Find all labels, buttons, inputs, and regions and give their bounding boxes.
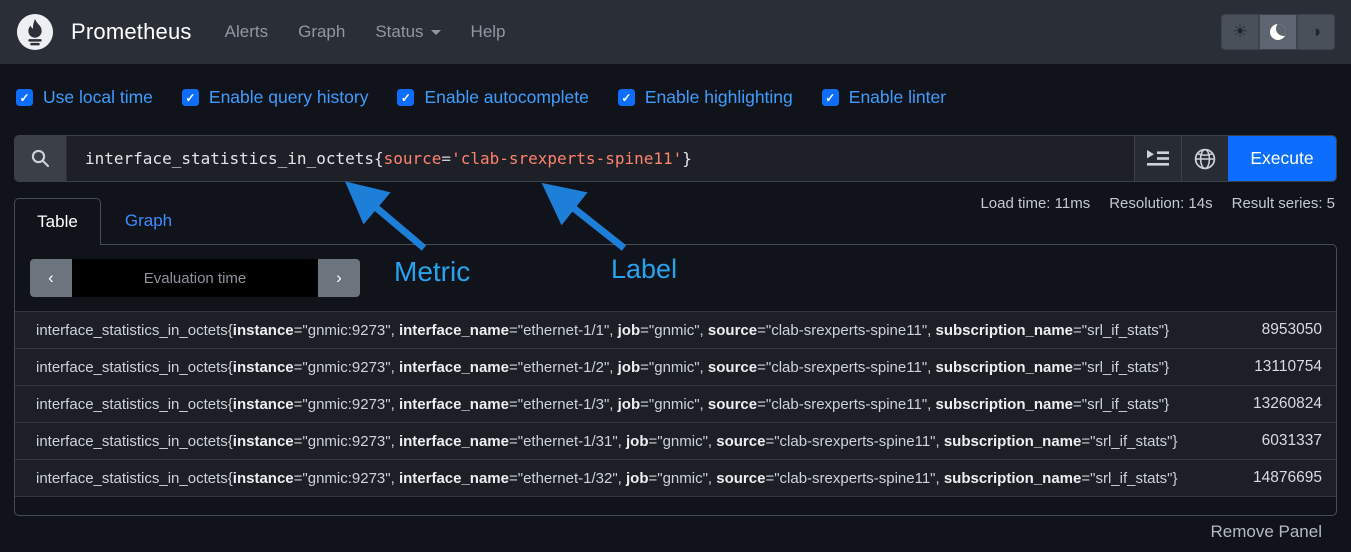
series-labels: interface_statistics_in_octets{instance=…	[36, 470, 1178, 487]
search-box	[15, 136, 67, 181]
query-bar: interface_statistics_in_octets{source='c…	[14, 135, 1337, 182]
table-row: interface_statistics_in_octets{instance=…	[15, 386, 1336, 423]
execute-button[interactable]: Execute	[1228, 136, 1336, 181]
checkbox-checked-icon[interactable]: ✓	[397, 89, 414, 106]
series-value: 6031337	[1244, 432, 1322, 450]
app-title: Prometheus	[71, 19, 192, 45]
nav-item-graph[interactable]: Graph	[298, 22, 345, 42]
nav-item-status[interactable]: Status	[375, 22, 440, 42]
query-token-punct: }	[682, 149, 692, 168]
eval-time-prev-button[interactable]: ‹	[30, 259, 72, 297]
query-token-punct: {	[374, 149, 384, 168]
option-use-local-time[interactable]: ✓ Use local time	[16, 87, 153, 108]
checkbox-checked-icon[interactable]: ✓	[618, 89, 635, 106]
metric-arrow	[360, 194, 424, 248]
option-label: Enable autocomplete	[424, 87, 588, 108]
table-row: interface_statistics_in_octets{instance=…	[15, 349, 1336, 386]
auto-theme-button[interactable]: ◑	[1297, 14, 1335, 50]
option-enable-linter[interactable]: ✓ Enable linter	[822, 87, 946, 108]
circle-half-icon: ◑	[1311, 22, 1321, 42]
option-enable-autocomplete[interactable]: ✓ Enable autocomplete	[397, 87, 588, 108]
checkbox-checked-icon[interactable]: ✓	[822, 89, 839, 106]
metrics-explorer-icon	[1147, 150, 1169, 167]
theme-toggle-group: ☀◑	[1221, 14, 1335, 50]
checkbox-checked-icon[interactable]: ✓	[182, 89, 199, 106]
caret-down-icon	[431, 30, 441, 35]
chevron-right-icon: ›	[336, 268, 342, 288]
option-enable-highlighting[interactable]: ✓ Enable highlighting	[618, 87, 793, 108]
tab-table[interactable]: Table	[14, 198, 101, 245]
options-row: ✓ Use local time ✓ Enable query history ✓ Ena…	[16, 87, 946, 108]
checkbox-checked-icon[interactable]: ✓	[16, 89, 33, 106]
nav-links: Alerts Graph Status Help	[225, 22, 506, 42]
evaluation-time-group: ‹ ›	[30, 259, 360, 297]
local-time-globe-button[interactable]	[1181, 136, 1228, 181]
metrics-explorer-button[interactable]	[1134, 136, 1181, 181]
query-token-string: 'clab-srexperts-spine11'	[451, 149, 682, 168]
table-row: interface_statistics_in_octets{instance=…	[15, 423, 1336, 460]
moon-icon	[1270, 24, 1286, 40]
option-enable-query-history[interactable]: ✓ Enable query history	[182, 87, 369, 108]
light-theme-button[interactable]: ☀	[1221, 14, 1259, 50]
query-expression-input[interactable]: interface_statistics_in_octets{source='c…	[67, 136, 1134, 181]
series-labels: interface_statistics_in_octets{instance=…	[36, 322, 1169, 339]
series-value: 13260824	[1235, 395, 1322, 413]
table-row: interface_statistics_in_octets{instance=…	[15, 460, 1336, 497]
option-label: Use local time	[43, 87, 153, 108]
tab-graph[interactable]: Graph	[101, 198, 196, 244]
series-labels: interface_statistics_in_octets{instance=…	[36, 396, 1169, 413]
option-label: Enable highlighting	[645, 87, 793, 108]
globe-icon	[1194, 148, 1216, 170]
query-token-metric: interface_statistics_in_octets	[85, 149, 374, 168]
chevron-left-icon: ‹	[48, 268, 54, 288]
resolution: Resolution: 14s	[1109, 195, 1212, 212]
query-stats: Load time: 11ms Resolution: 14s Result s…	[980, 195, 1335, 212]
query-token-operator: =	[441, 149, 451, 168]
option-label: Enable query history	[209, 87, 369, 108]
prometheus-logo-icon	[16, 13, 54, 51]
series-value: 13110754	[1236, 358, 1322, 376]
load-time: Load time: 11ms	[980, 195, 1090, 212]
results-table: interface_statistics_in_octets{instance=…	[15, 311, 1336, 497]
search-icon	[30, 148, 51, 169]
evaluation-time-input[interactable]	[72, 259, 318, 297]
option-label: Enable linter	[849, 87, 946, 108]
sun-icon: ☀	[1232, 22, 1247, 42]
remove-panel-link[interactable]: Remove Panel	[1210, 522, 1322, 542]
brand-link[interactable]: Prometheus	[16, 13, 192, 51]
eval-time-next-button[interactable]: ›	[318, 259, 360, 297]
result-series: Result series: 5	[1232, 195, 1335, 212]
series-value: 8953050	[1244, 321, 1322, 339]
series-labels: interface_statistics_in_octets{instance=…	[36, 433, 1178, 450]
dark-theme-button[interactable]	[1259, 14, 1297, 50]
nav-item-help[interactable]: Help	[471, 22, 506, 42]
series-value: 14876695	[1235, 469, 1322, 487]
nav-item-alerts[interactable]: Alerts	[225, 22, 268, 42]
navbar: Prometheus AlertsGraphStatusHelp ☀◑	[0, 0, 1351, 64]
table-row: interface_statistics_in_octets{instance=…	[15, 312, 1336, 349]
label-arrow	[557, 195, 624, 248]
series-labels: interface_statistics_in_octets{instance=…	[36, 359, 1169, 376]
query-token-label: source	[384, 149, 442, 168]
